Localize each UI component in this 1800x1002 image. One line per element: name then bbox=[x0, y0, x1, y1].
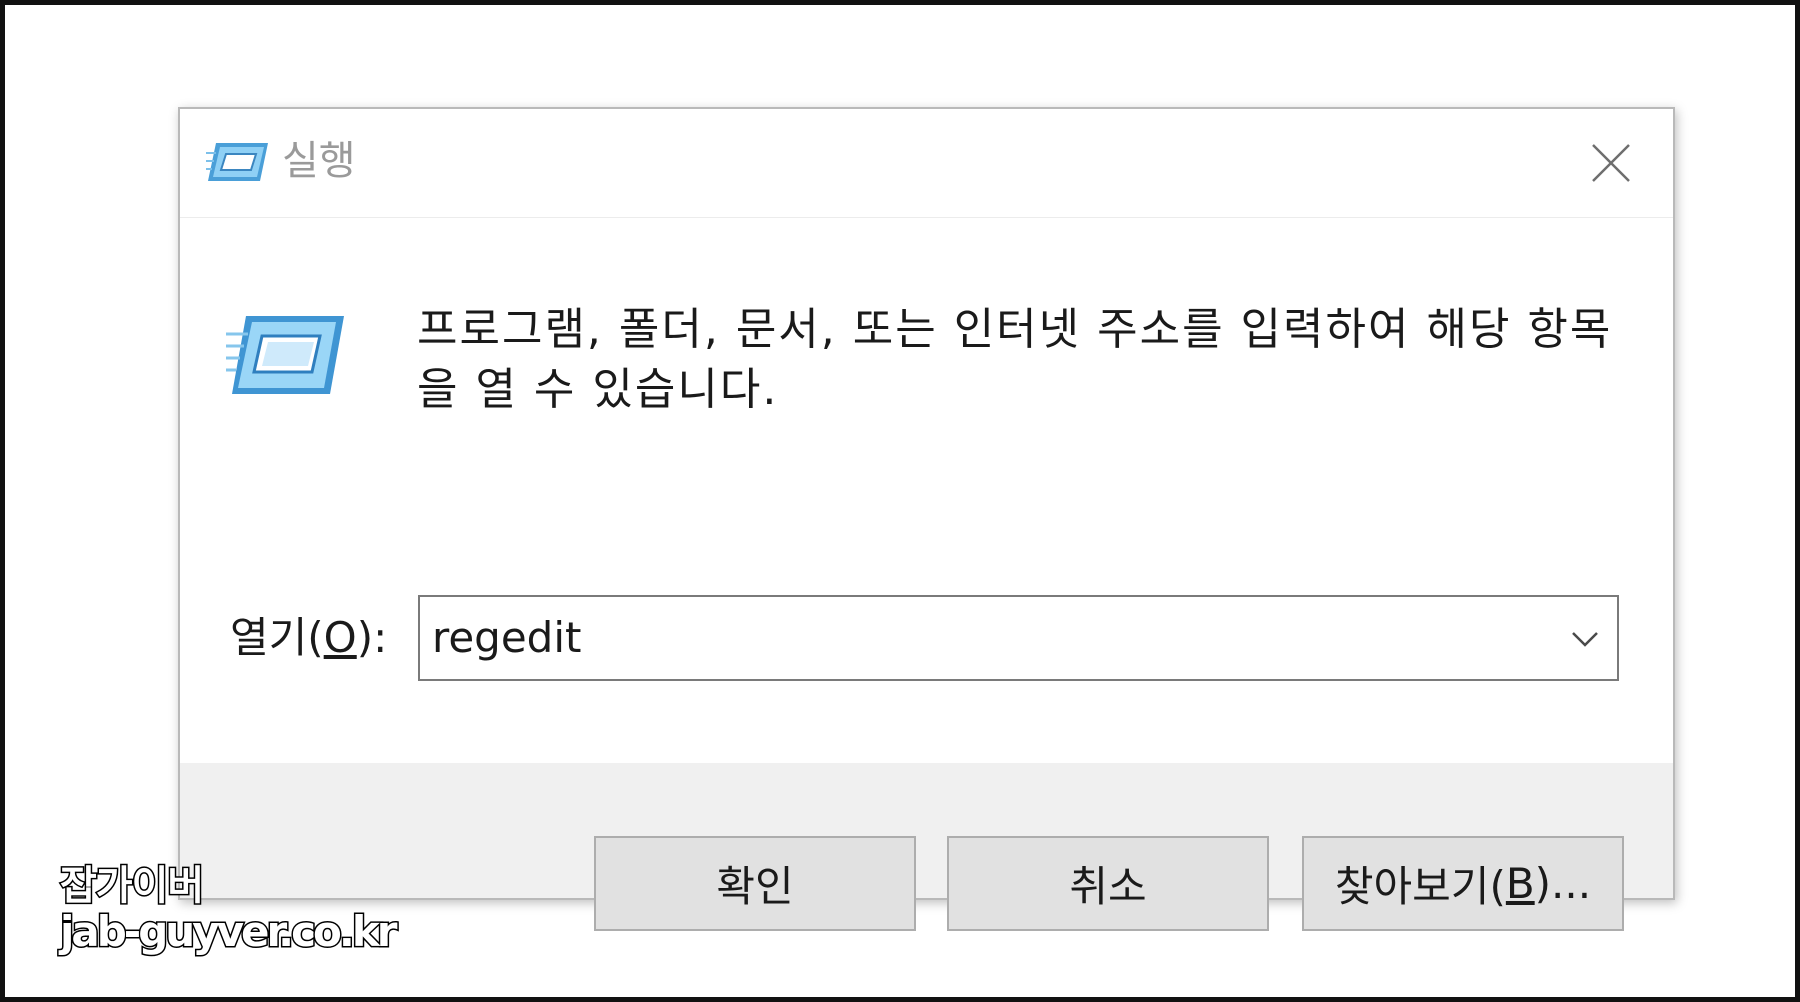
watermark-title: 잡가이버 bbox=[58, 862, 205, 911]
open-label: 열기(O): bbox=[230, 610, 387, 666]
title-bar[interactable]: 실행 bbox=[180, 109, 1673, 218]
watermark: 잡가이버 jab-guyver.co.kr bbox=[58, 862, 398, 957]
instruction-text: 프로그램, 폴더, 문서, 또는 인터넷 주소를 입력하여 해당 항목 을 열 … bbox=[417, 300, 1617, 420]
browse-button-suffix: )... bbox=[1534, 859, 1592, 908]
dialog-content: 프로그램, 폴더, 문서, 또는 인터넷 주소를 입력하여 해당 항목 을 열 … bbox=[180, 218, 1673, 763]
watermark-url: jab-guyver.co.kr bbox=[58, 907, 398, 956]
close-button[interactable] bbox=[1583, 135, 1639, 191]
window-title: 실행 bbox=[282, 138, 356, 184]
chevron-down-icon[interactable] bbox=[1567, 621, 1603, 657]
cancel-button[interactable]: 취소 bbox=[947, 836, 1269, 931]
cancel-button-label: 취소 bbox=[1069, 862, 1147, 911]
instruction-line-1: 프로그램, 폴더, 문서, 또는 인터넷 주소를 입력하여 해당 항목 bbox=[417, 304, 1613, 355]
run-program-icon bbox=[226, 316, 344, 394]
ok-button[interactable]: 확인 bbox=[594, 836, 916, 931]
open-combobox[interactable]: regedit bbox=[418, 595, 1619, 681]
run-icon bbox=[206, 143, 268, 181]
open-label-prefix: 열기( bbox=[230, 613, 324, 662]
run-dialog: 실행 프로그램, 폴더, 문서, 또는 인터넷 주소를 입력하여 해당 항목 을… bbox=[178, 107, 1675, 931]
browse-button-accelerator: B bbox=[1505, 859, 1535, 908]
open-label-suffix: ): bbox=[356, 613, 388, 662]
button-bar: 확인 취소 찾아보기(B)... bbox=[180, 763, 1673, 931]
open-label-accelerator: O bbox=[323, 613, 357, 662]
browse-button[interactable]: 찾아보기(B)... bbox=[1302, 836, 1624, 931]
close-icon bbox=[1592, 144, 1630, 182]
browse-button-prefix: 찾아보기( bbox=[1334, 862, 1506, 911]
open-input[interactable]: regedit bbox=[432, 609, 581, 667]
instruction-line-2: 을 열 수 있습니다. bbox=[417, 364, 779, 415]
screenshot-frame: 실행 프로그램, 폴더, 문서, 또는 인터넷 주소를 입력하여 해당 항목 을… bbox=[0, 0, 1800, 1002]
ok-button-label: 확인 bbox=[716, 862, 794, 911]
